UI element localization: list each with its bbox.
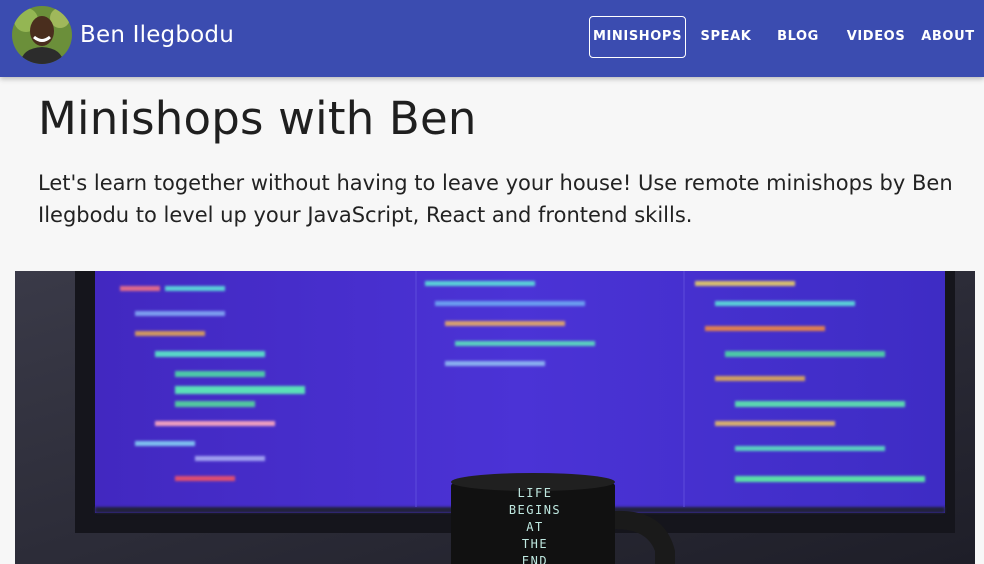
mug-text-line: THE [521,537,549,551]
nav-minishops[interactable]: MINISHOPS [589,16,686,58]
mug-text-line: END [521,554,549,564]
hero-image: LIFE BEGINS AT THE END [15,271,975,564]
mug-text-line: AT [526,520,544,534]
site-name[interactable]: Ben Ilegbodu [80,22,234,48]
nav-speak[interactable]: SPEAK [696,16,756,58]
app-bar: Ben Ilegbodu MINISHOPS SPEAK BLOG VIDEOS… [0,0,984,77]
nav-about[interactable]: ABOUT [917,16,979,58]
main-nav: MINISHOPS SPEAK BLOG VIDEOS ABOUT [589,16,984,58]
mug-text-line: BEGINS [508,503,562,517]
page-title: Minishops with Ben [38,92,477,145]
intro-text: Let's learn together without having to l… [38,171,953,227]
mug-text: LIFE BEGINS AT THE END [485,485,585,564]
mug-text-line: LIFE [517,486,553,500]
avatar[interactable] [12,6,72,64]
nav-videos[interactable]: VIDEOS [841,16,911,58]
nav-blog[interactable]: BLOG [770,16,826,58]
